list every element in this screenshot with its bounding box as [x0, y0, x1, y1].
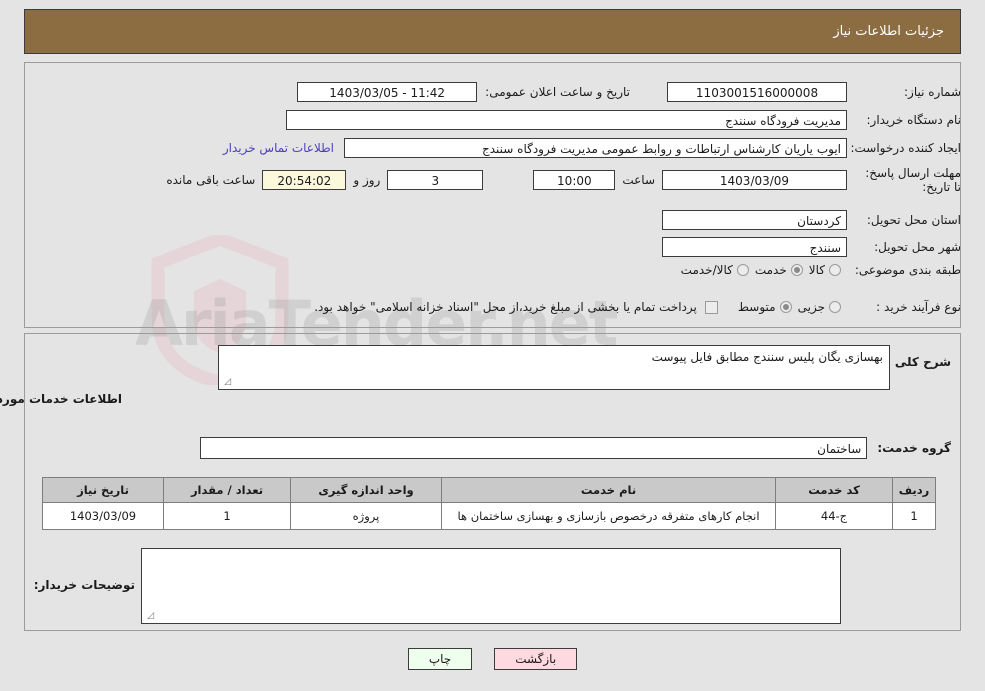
col-quantity: تعداد / مقدار — [163, 477, 291, 503]
footer-button-bar: بازگشت چاپ — [0, 648, 985, 670]
col-name: نام خدمت — [441, 477, 776, 503]
page-title: جزئیات اطلاعات نیاز — [833, 24, 944, 39]
cell-quantity: 1 — [163, 502, 291, 530]
cell-unit: پروژه — [290, 502, 442, 530]
col-code: کد خدمت — [775, 477, 893, 503]
table-row: 1 ج-44 انجام کارهای متفرقه درخصوص بازساز… — [42, 502, 936, 530]
col-row: ردیف — [892, 477, 936, 503]
cell-date: 1403/03/09 — [42, 502, 164, 530]
need-info-panel — [24, 62, 961, 328]
cell-code: ج-44 — [775, 502, 893, 530]
page-header: جزئیات اطلاعات نیاز — [24, 9, 961, 54]
services-table: ردیف کد خدمت نام خدمت واحد اندازه گیری ت… — [42, 477, 936, 530]
col-unit: واحد اندازه گیری — [290, 477, 442, 503]
cell-row: 1 — [892, 502, 936, 530]
col-date: تاریخ نیاز — [42, 477, 164, 503]
back-button[interactable]: بازگشت — [494, 648, 578, 670]
table-header-row: ردیف کد خدمت نام خدمت واحد اندازه گیری ت… — [42, 477, 936, 503]
print-button[interactable]: چاپ — [407, 648, 473, 670]
cell-name: انجام کارهای متفرقه درخصوص بازسازی و بهس… — [441, 502, 776, 530]
